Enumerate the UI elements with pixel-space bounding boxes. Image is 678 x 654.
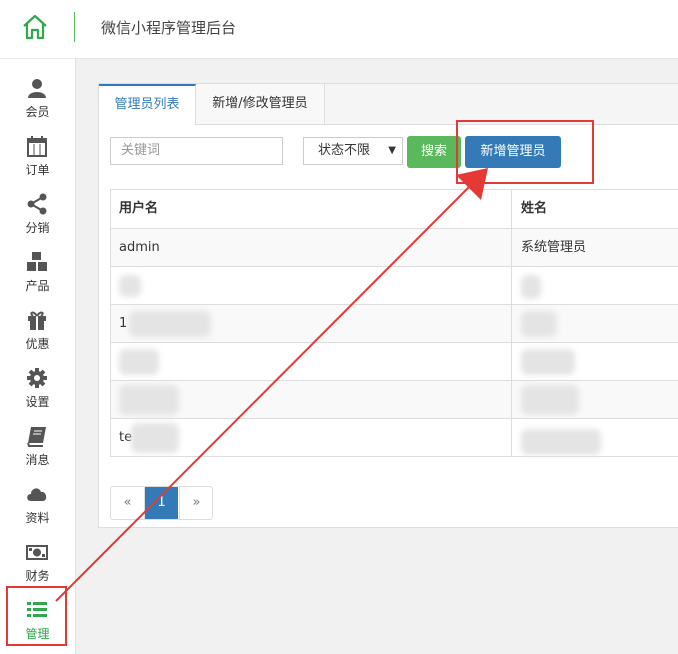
prev-page-button[interactable]: « — [111, 487, 145, 519]
header-divider — [74, 12, 75, 42]
cloud-icon — [27, 488, 47, 501]
page-1-button[interactable]: 1 — [145, 487, 178, 519]
redacted-blur — [119, 349, 159, 375]
redacted-blur — [521, 275, 541, 299]
sidebar-item-promotions[interactable]: 优惠 — [0, 305, 75, 361]
table-row[interactable] — [110, 343, 678, 381]
keyword-input[interactable]: 关键词 — [110, 137, 283, 165]
sidebar-item-messages[interactable]: 消息 — [0, 421, 75, 477]
sidebar-item-finance[interactable]: 财务 — [0, 537, 75, 593]
status-select[interactable]: 状态不限 ▼ — [303, 137, 403, 165]
sidebar-item-label: 设置 — [25, 395, 50, 409]
table-row[interactable]: te — [110, 419, 678, 457]
sidebar-item-label: 订单 — [25, 163, 50, 177]
redacted-blur — [129, 311, 211, 337]
tab-add-edit-admin[interactable]: 新增/修改管理员 — [196, 84, 325, 124]
sidebar-item-label: 会员 — [25, 105, 50, 119]
caret-down-icon: ▼ — [388, 145, 396, 156]
book-icon — [27, 427, 46, 447]
redacted-blur — [119, 275, 141, 297]
redacted-blur — [131, 423, 179, 453]
redacted-blur — [521, 311, 557, 337]
sidebar: 会员 订单 分销 产品 优惠 设置 消息 资料 财务 管理 — [0, 59, 76, 654]
home-icon[interactable] — [21, 13, 49, 41]
top-bar: 微信小程序管理后台 — [0, 0, 678, 59]
table-row[interactable]: 1 — [110, 305, 678, 343]
pagination: « 1 » — [110, 486, 213, 520]
redacted-blur — [521, 385, 579, 415]
user-icon — [28, 79, 46, 98]
calendar-icon — [27, 136, 47, 157]
sidebar-item-label: 优惠 — [25, 337, 50, 351]
sidebar-item-settings[interactable]: 设置 — [0, 363, 75, 419]
cubes-icon — [27, 252, 47, 271]
sidebar-item-label: 产品 — [25, 279, 50, 293]
gear-icon — [27, 368, 47, 388]
tab-bar: 管理员列表 新增/修改管理员 — [99, 84, 678, 125]
sidebar-item-orders[interactable]: 订单 — [0, 131, 75, 187]
sidebar-item-label: 消息 — [25, 453, 50, 467]
annotation-box-add-button — [456, 120, 594, 184]
app-title: 微信小程序管理后台 — [101, 19, 237, 37]
gift-icon — [28, 311, 46, 330]
cell-username: 1 — [119, 316, 128, 331]
next-page-button[interactable]: » — [179, 487, 213, 519]
table-row[interactable] — [110, 381, 678, 419]
tab-admin-list[interactable]: 管理员列表 — [99, 84, 196, 125]
redacted-blur — [521, 349, 575, 375]
status-select-value: 状态不限 — [318, 143, 371, 158]
money-icon — [26, 545, 48, 560]
sidebar-item-products[interactable]: 产品 — [0, 247, 75, 303]
redacted-blur — [521, 429, 601, 455]
annotation-box-sidebar — [6, 586, 67, 646]
table-row[interactable] — [110, 267, 678, 305]
cell-name: 系统管理员 — [521, 240, 587, 255]
sidebar-item-members[interactable]: 会员 — [0, 73, 75, 129]
sidebar-item-label: 分销 — [25, 221, 50, 235]
sidebar-item-label: 资料 — [25, 511, 50, 525]
column-header-username: 用户名 — [119, 201, 159, 216]
search-button[interactable]: 搜索 — [407, 136, 461, 168]
admin-table: 用户名 姓名 admin 系统管理员 1 te — [110, 189, 678, 457]
sidebar-item-distribution[interactable]: 分销 — [0, 189, 75, 245]
table-row[interactable]: admin 系统管理员 — [110, 229, 678, 267]
table-header-row: 用户名 姓名 — [110, 190, 678, 229]
sidebar-item-resources[interactable]: 资料 — [0, 479, 75, 535]
share-icon — [27, 193, 47, 215]
cell-username: admin — [119, 240, 160, 255]
column-header-name: 姓名 — [521, 201, 548, 216]
sidebar-item-label: 财务 — [25, 569, 50, 583]
redacted-blur — [119, 385, 179, 415]
